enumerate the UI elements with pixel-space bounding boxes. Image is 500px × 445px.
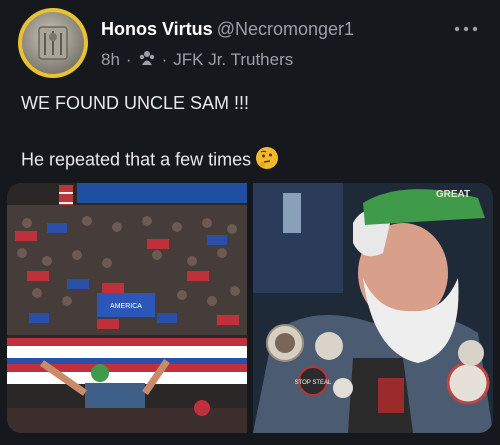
more-horizontal-icon (454, 26, 478, 32)
community-icon (138, 48, 156, 71)
community-name[interactable]: JFK Jr. Truthers (173, 50, 293, 70)
avatar-coin-image (22, 12, 84, 74)
thinking-face-icon (255, 146, 279, 175)
author-name[interactable]: Honos Virtus (101, 19, 213, 39)
bearded-man-image: GREAT STOP STEAL (253, 183, 493, 433)
post-time[interactable]: 8h (101, 50, 120, 70)
post-author: Honos Virtus @Necromonger1 (101, 19, 354, 40)
podium-title: AMERICA (110, 303, 142, 310)
meta-separator-2: · (161, 49, 168, 69)
post-text-line-2: He repeated that a few times (21, 146, 279, 175)
more-options-button[interactable] (454, 16, 478, 39)
avatar[interactable] (18, 8, 88, 78)
button-text: STOP STEAL (295, 380, 332, 386)
post-image-bearded-man[interactable]: GREAT STOP STEAL (253, 183, 493, 433)
hat-text: GREAT (436, 189, 470, 200)
post-image-rally-crowd[interactable]: AMERICA (7, 183, 247, 433)
author-handle[interactable]: @Necromonger1 (217, 19, 354, 39)
post-text-line-1: WE FOUND UNCLE SAM !!! (21, 93, 250, 113)
meta-separator: · (125, 49, 132, 69)
coin-relief-icon (38, 26, 68, 60)
rally-crowd-image: AMERICA (7, 183, 247, 433)
post-text-line-2-text: He repeated that a few times (21, 149, 252, 170)
post-meta: 8h · · JFK Jr. Truthers (101, 48, 293, 71)
